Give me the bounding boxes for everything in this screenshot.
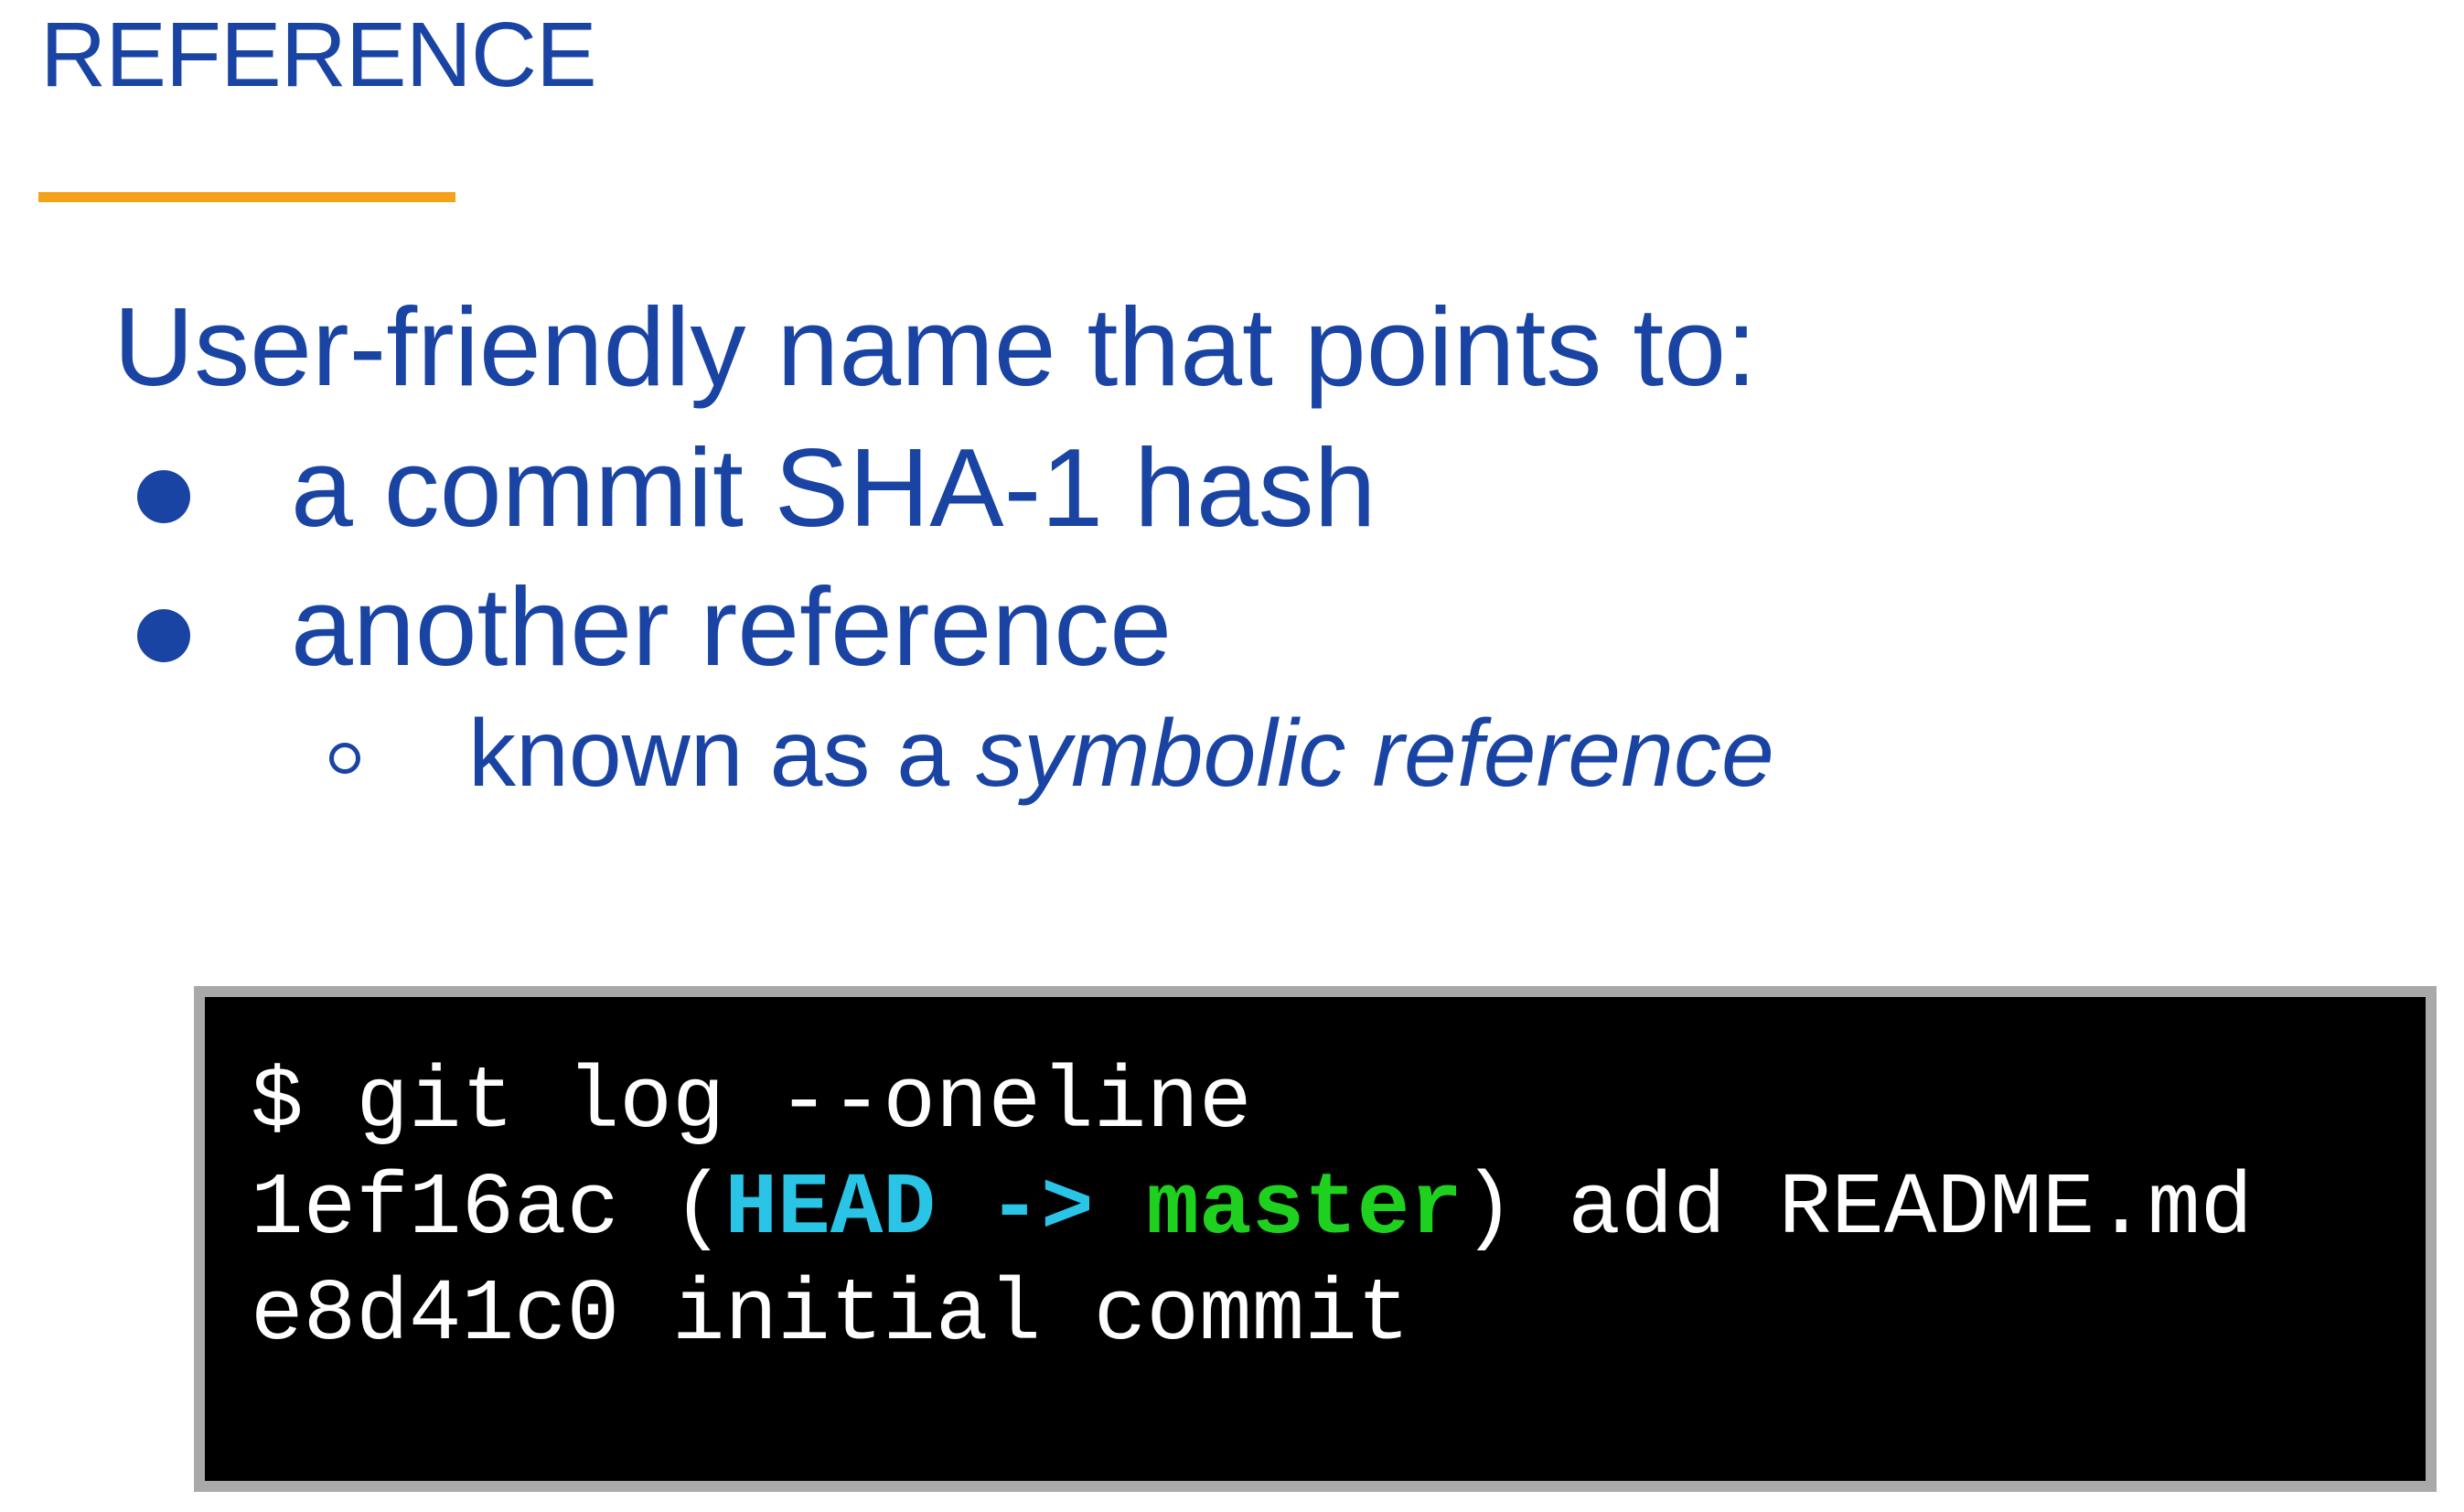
slide-title: REFERENCE bbox=[40, 4, 597, 106]
ref-arrow: -> bbox=[988, 1159, 1094, 1259]
filled-circle-bullet-icon bbox=[137, 609, 190, 662]
terminal-command-line: $ git log --oneline bbox=[251, 1053, 1252, 1153]
close-paren: ) bbox=[1462, 1159, 1516, 1259]
open-paren: ( bbox=[671, 1159, 725, 1259]
bullet-text: a commit SHA-1 hash bbox=[291, 425, 1377, 550]
title-underline bbox=[38, 192, 455, 202]
bullet-text: another reference bbox=[291, 564, 1173, 689]
commit-hash: e8d41c0 bbox=[251, 1265, 620, 1365]
commit-hash: 1ef16ac bbox=[251, 1159, 620, 1259]
sub-bullet-prefix: known as a bbox=[468, 701, 976, 807]
terminal-window: $ git log --oneline 1ef16ac (HEAD -> mas… bbox=[194, 986, 2437, 1492]
terminal-commit-line: 1ef16ac (HEAD -> master) add README.md bbox=[251, 1165, 2253, 1253]
sub-bullet-emphasis: symbolic reference bbox=[976, 701, 1774, 807]
lead-text: User-friendly name that points to: bbox=[113, 284, 1757, 409]
branch-ref: master bbox=[1146, 1159, 1463, 1259]
commit-message: add README.md bbox=[1568, 1159, 2254, 1259]
commit-message: initial commit bbox=[671, 1265, 1410, 1365]
hollow-circle-bullet-icon bbox=[329, 743, 360, 774]
head-ref: HEAD bbox=[724, 1159, 936, 1259]
filled-circle-bullet-icon bbox=[137, 470, 190, 523]
sub-bullet-text: known as a symbolic reference bbox=[468, 706, 1774, 801]
terminal-commit-line: e8d41c0 initial commit bbox=[251, 1271, 1409, 1359]
